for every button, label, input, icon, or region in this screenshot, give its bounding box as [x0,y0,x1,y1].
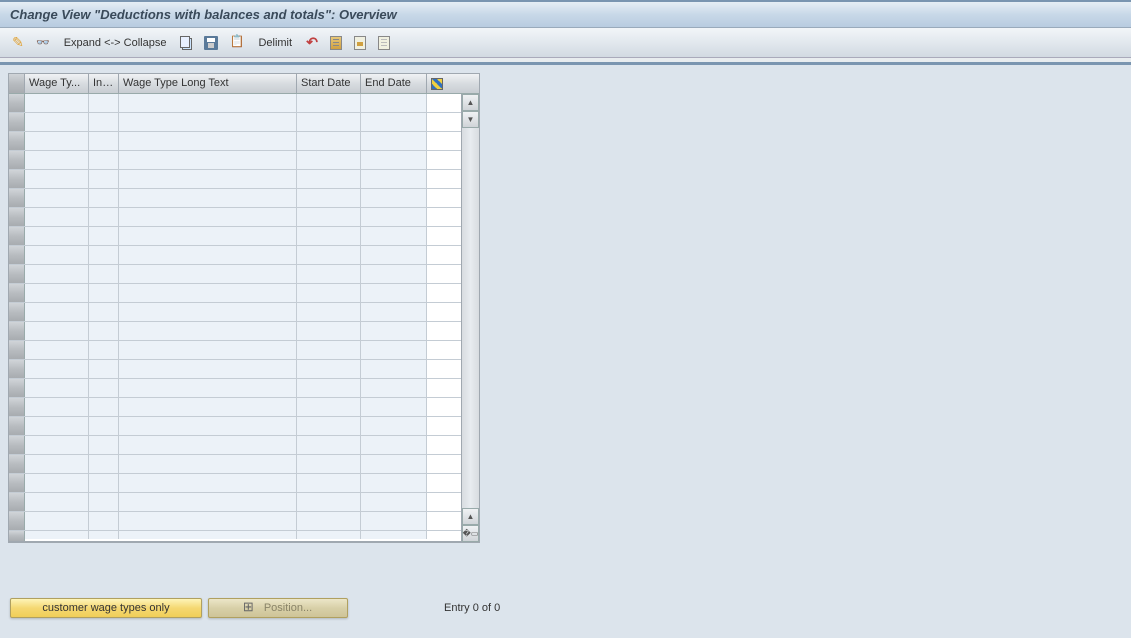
data-table: Wage Ty... Inf... Wage Type Long Text St… [8,73,480,543]
table-row[interactable] [9,398,461,417]
col-end-date[interactable]: End Date [361,74,427,93]
col-start-date[interactable]: Start Date [297,74,361,93]
vertical-scrollbar[interactable]: ▲ ▼ ▲ �▭ [461,94,479,542]
row-selector[interactable] [9,512,25,530]
table-row[interactable] [9,360,461,379]
expand-collapse-button[interactable]: Expand <-> Collapse [58,37,173,49]
row-selector[interactable] [9,265,25,283]
table-row[interactable] [9,208,461,227]
col-wage-type-long-text[interactable]: Wage Type Long Text [119,74,297,93]
entry-count: Entry 0 of 0 [444,602,500,614]
row-selector[interactable] [9,246,25,264]
row-selector[interactable] [9,341,25,359]
row-selector[interactable] [9,94,25,112]
position-label: Position... [264,602,312,614]
col-wage-type[interactable]: Wage Ty... [25,74,89,93]
toolbar: Expand <-> Collapse Delimit [0,28,1131,58]
other-view-icon[interactable] [32,33,54,53]
row-selector[interactable] [9,493,25,511]
table-row[interactable] [9,531,461,542]
scroll-up-icon[interactable]: ▲ [462,94,479,111]
scroll-up-bottom-icon[interactable]: ▲ [462,508,479,525]
row-selector[interactable] [9,474,25,492]
table-row[interactable] [9,189,461,208]
table-row[interactable] [9,341,461,360]
table-row[interactable] [9,246,461,265]
select-all-icon[interactable] [326,33,346,53]
row-selector[interactable] [9,151,25,169]
col-inf[interactable]: Inf... [89,74,119,93]
row-selector[interactable] [9,284,25,302]
row-selector[interactable] [9,398,25,416]
table-row[interactable] [9,265,461,284]
table-row[interactable] [9,322,461,341]
table-header: Wage Ty... Inf... Wage Type Long Text St… [9,74,479,94]
table-row[interactable] [9,417,461,436]
row-selector[interactable] [9,189,25,207]
row-selector[interactable] [9,417,25,435]
table-row[interactable] [9,113,461,132]
copy-icon[interactable] [176,33,196,53]
row-selector[interactable] [9,322,25,340]
table-row[interactable] [9,493,461,512]
title-bar: Change View "Deductions with balances an… [0,0,1131,28]
row-selector[interactable] [9,436,25,454]
save-icon[interactable] [200,33,222,53]
scrollbar-track[interactable] [462,128,479,508]
row-selector[interactable] [9,455,25,473]
delimit-button[interactable]: Delimit [252,37,298,49]
row-selector[interactable] [9,132,25,150]
row-selector[interactable] [9,531,25,541]
select-all-header[interactable] [9,74,25,93]
delimit-icon[interactable] [226,33,248,53]
position-button[interactable]: Position... [208,598,348,618]
page-title: Change View "Deductions with balances an… [10,7,397,22]
footer: customer wage types only Position... Ent… [10,598,1121,618]
row-selector[interactable] [9,113,25,131]
row-selector[interactable] [9,208,25,226]
select-block-icon[interactable] [350,33,370,53]
table-row[interactable] [9,94,461,113]
table-row[interactable] [9,379,461,398]
table-row[interactable] [9,455,461,474]
main-content-area: www.tutorialkart.com Wage Ty... Inf... W… [0,62,1131,638]
table-row[interactable] [9,227,461,246]
row-selector[interactable] [9,227,25,245]
customer-wage-types-button[interactable]: customer wage types only [10,598,202,618]
table-row[interactable] [9,303,461,322]
table-row[interactable] [9,436,461,455]
table-row[interactable] [9,170,461,189]
table-body [9,94,461,542]
undo-icon[interactable] [302,33,322,53]
table-config-icon[interactable] [427,74,447,93]
row-selector[interactable] [9,303,25,321]
row-selector[interactable] [9,170,25,188]
row-selector[interactable] [9,360,25,378]
table-row[interactable] [9,474,461,493]
deselect-all-icon[interactable] [374,33,394,53]
toggle-display-change-icon[interactable] [8,33,28,53]
table-row[interactable] [9,512,461,531]
table-row[interactable] [9,151,461,170]
tree-icon [244,602,256,614]
table-row[interactable] [9,132,461,151]
scroll-down-bottom-icon[interactable]: �▭ [462,525,479,542]
scroll-down-icon[interactable]: ▼ [462,111,479,128]
table-row[interactable] [9,284,461,303]
row-selector[interactable] [9,379,25,397]
